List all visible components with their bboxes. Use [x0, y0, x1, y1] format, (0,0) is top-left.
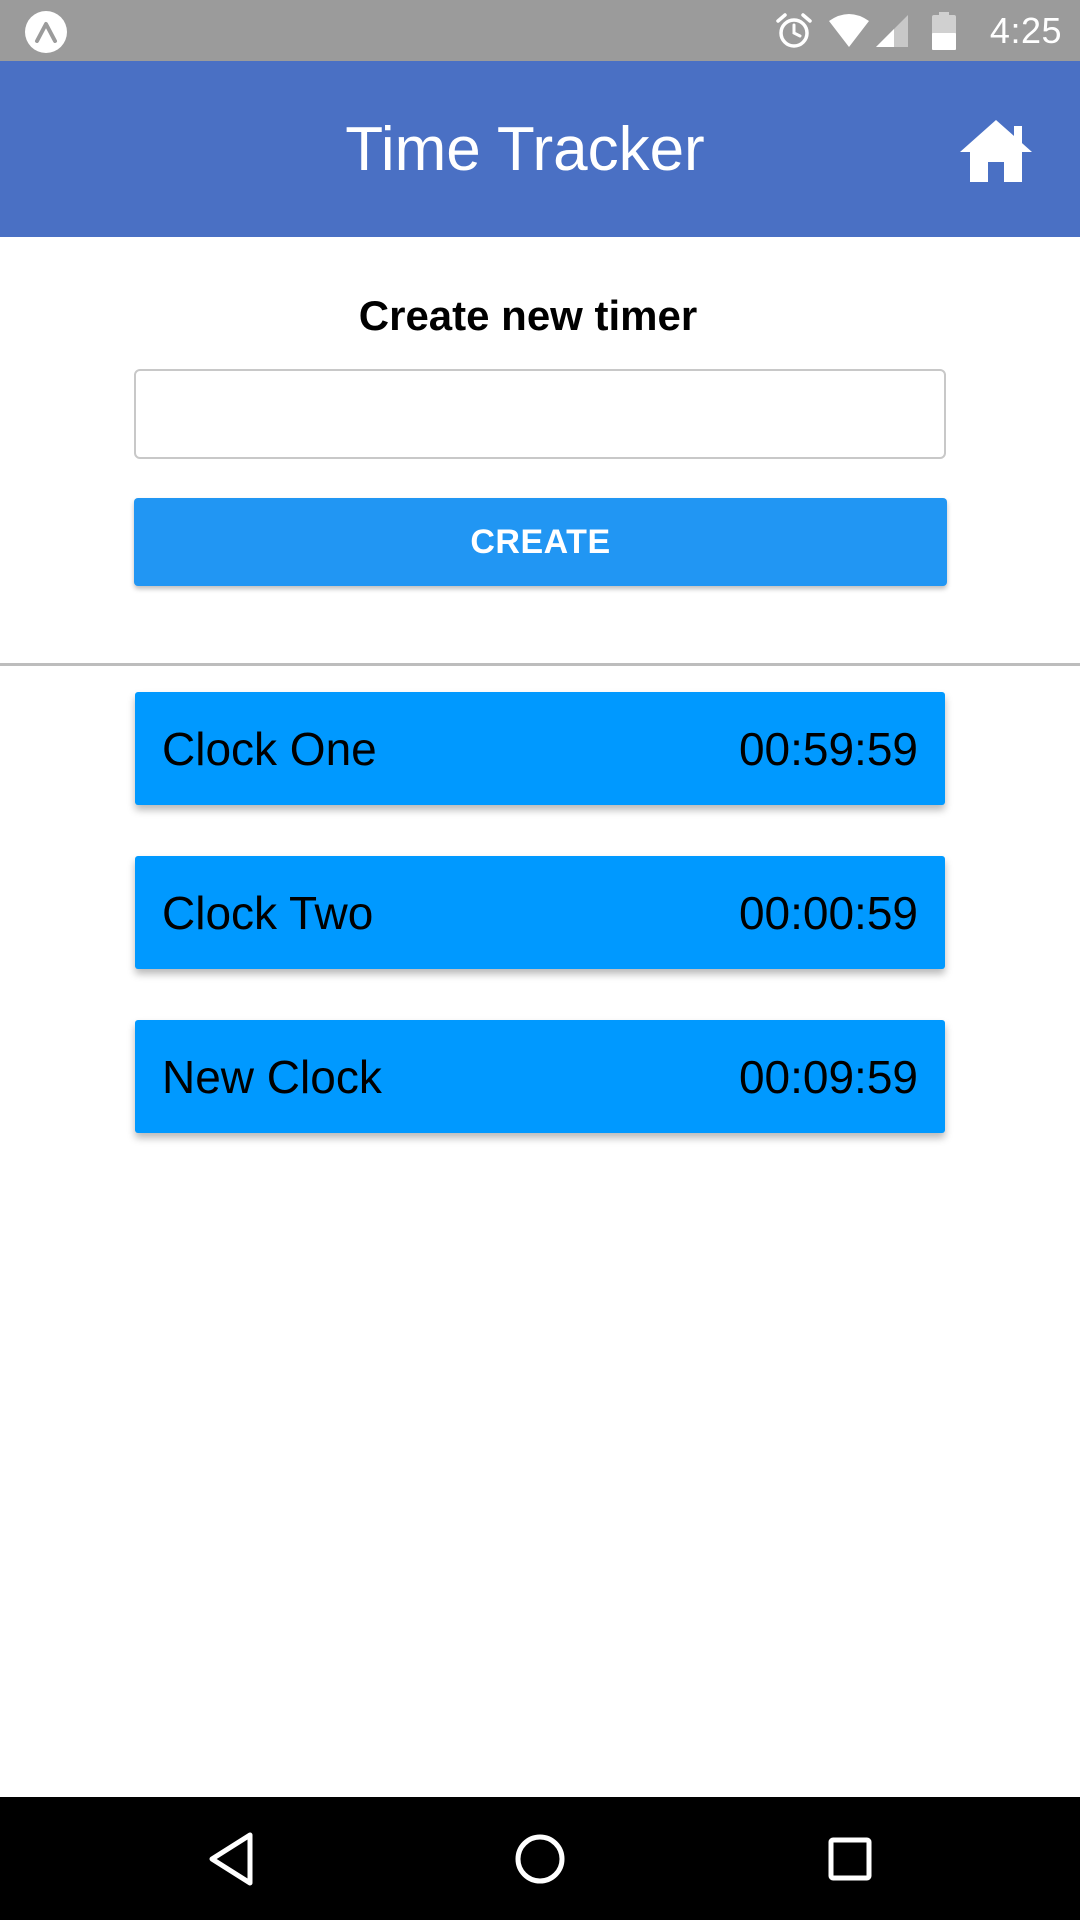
timer-item[interactable]: Clock Two 00:00:59	[135, 856, 945, 969]
navigation-bar	[0, 1797, 1080, 1920]
app-title: Time Tracker	[345, 114, 705, 184]
app-notification-icon	[25, 11, 67, 53]
divider	[0, 663, 1080, 666]
timer-time: 00:59:59	[738, 722, 918, 775]
app-bar: Time Tracker	[0, 61, 1080, 237]
screen: 4:25 Time Tracker Create new timer CREAT…	[0, 0, 1080, 1920]
recents-icon	[828, 1837, 872, 1881]
timer-name: New Clock	[162, 1050, 382, 1103]
create-timer-heading: Create new timer	[358, 292, 698, 339]
timer-time: 00:00:59	[738, 886, 918, 939]
timer-time: 00:09:59	[738, 1050, 918, 1103]
back-button[interactable]	[193, 1821, 269, 1897]
home-nav-button[interactable]	[502, 1821, 578, 1897]
timer-item[interactable]: New Clock 00:09:59	[135, 1020, 945, 1133]
create-button[interactable]: CREATE	[134, 498, 947, 586]
status-time: 4:25	[989, 9, 1062, 51]
wifi-icon	[828, 13, 870, 49]
timer-name: Clock One	[162, 722, 377, 775]
status-bar: 4:25	[0, 0, 1080, 61]
recents-button[interactable]	[812, 1821, 888, 1897]
timer-name-input[interactable]	[134, 369, 946, 459]
timer-item[interactable]: Clock One 00:59:59	[135, 692, 945, 805]
home-button[interactable]	[955, 113, 1037, 189]
alarm-clock-icon	[774, 11, 814, 51]
timer-list: Clock One 00:59:59 Clock Two 00:00:59 Ne…	[135, 692, 945, 1184]
home-icon	[960, 120, 1032, 182]
timer-name: Clock Two	[162, 886, 374, 939]
back-icon	[209, 1832, 253, 1886]
home-circle-icon	[515, 1834, 565, 1884]
cell-signal-icon	[874, 13, 910, 49]
status-icons: 4:25	[774, 0, 1062, 61]
battery-icon	[931, 11, 956, 50]
